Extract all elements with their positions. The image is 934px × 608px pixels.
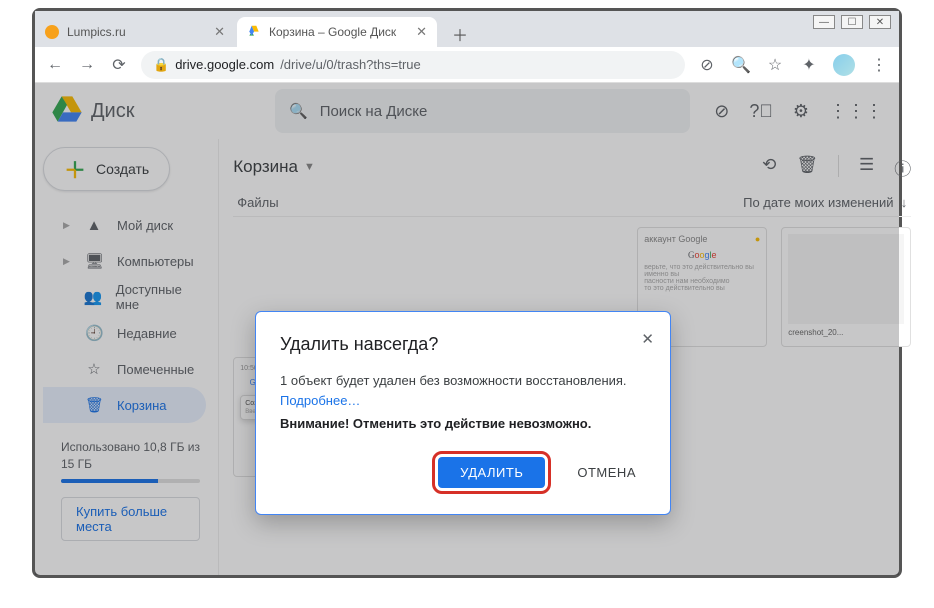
tab-title: Lumpics.ru	[67, 25, 126, 39]
learn-more-link[interactable]: Подробнее…	[280, 393, 360, 408]
lock-icon: 🔒	[153, 57, 169, 73]
tab-close-icon[interactable]: ✕	[416, 24, 427, 40]
window-minimize-button[interactable]: —	[813, 15, 835, 29]
delete-forever-dialog: Удалить навсегда? ✕ 1 объект будет удале…	[255, 311, 671, 515]
dialog-body-text: 1 объект будет удален без возможности во…	[280, 373, 627, 388]
address-bar: ← → ⟳ 🔒 drive.google.com/drive/u/0/trash…	[35, 47, 899, 83]
url-host: drive.google.com	[175, 57, 274, 72]
window-close-button[interactable]: ✕	[869, 15, 891, 29]
menu-icon[interactable]: ⋮	[869, 55, 889, 75]
dialog-title: Удалить навсегда?	[280, 334, 646, 355]
delete-confirm-button[interactable]: УДАЛИТЬ	[438, 457, 545, 488]
back-icon[interactable]: ←	[45, 56, 65, 74]
share-icon[interactable]: ⊘	[697, 55, 717, 75]
reload-icon[interactable]: ⟳	[109, 55, 129, 75]
bookmark-icon[interactable]: ☆	[765, 55, 785, 75]
tab-strip: Lumpics.ru ✕ Корзина – Google Диск ✕ ＋	[35, 11, 899, 47]
zoom-icon[interactable]: 🔍	[731, 55, 751, 75]
sort-arrow-icon[interactable]: ↓	[901, 195, 908, 210]
dialog-close-button[interactable]: ✕	[641, 330, 654, 348]
extensions-icon[interactable]: ✦	[799, 55, 819, 75]
browser-tab-drive[interactable]: Корзина – Google Диск ✕	[237, 17, 437, 47]
favicon-icon	[45, 25, 59, 39]
window-maximize-button[interactable]: ☐	[841, 15, 863, 29]
url-path: /drive/u/0/trash?ths=true	[280, 57, 421, 72]
highlight-annotation: УДАЛИТЬ	[432, 451, 551, 494]
browser-tab-lumpics[interactable]: Lumpics.ru ✕	[35, 17, 235, 47]
profile-avatar[interactable]	[833, 54, 855, 76]
forward-icon[interactable]: →	[77, 56, 97, 74]
drive-favicon-icon	[247, 24, 261, 41]
cancel-button[interactable]: ОТМЕНА	[567, 457, 646, 488]
new-tab-button[interactable]: ＋	[447, 21, 473, 47]
url-input[interactable]: 🔒 drive.google.com/drive/u/0/trash?ths=t…	[141, 51, 685, 79]
dialog-warning: Внимание! Отменить это действие невозмож…	[280, 416, 646, 431]
tab-close-icon[interactable]: ✕	[214, 24, 225, 40]
tab-title: Корзина – Google Диск	[269, 25, 396, 39]
